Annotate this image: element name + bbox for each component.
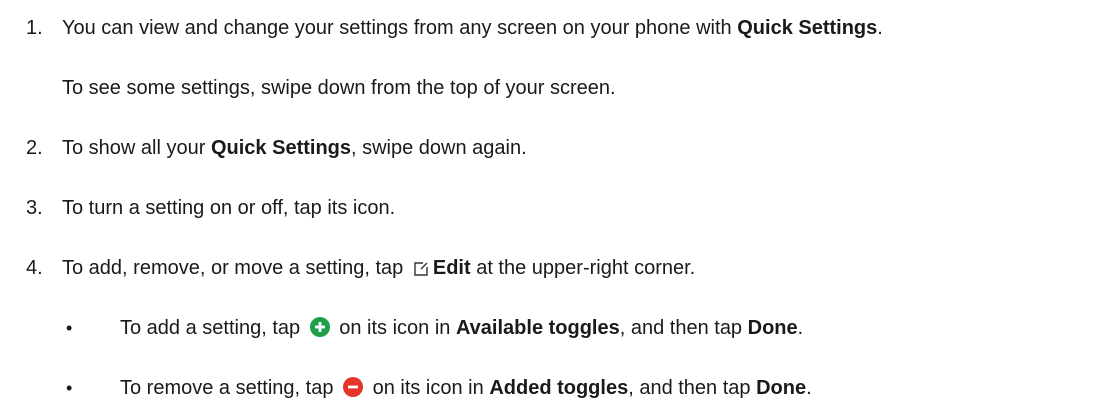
bullet-symbol: •	[66, 318, 73, 338]
step-text: To turn a setting on or off, tap its ico…	[62, 197, 396, 219]
step-text: To add, remove, or move a setting, tap E…	[62, 256, 695, 283]
step-text: To show all your Quick Settings, swipe d…	[62, 137, 527, 159]
step-number: 2.	[26, 137, 43, 159]
step-text: You can view and change your settings fr…	[62, 17, 883, 39]
bullet-text: To add a setting, tap on its icon in Ava…	[120, 316, 803, 343]
add-circle-icon	[309, 317, 330, 343]
step-number: 4.	[26, 257, 43, 279]
bullet-symbol: •	[66, 378, 73, 398]
step-number: 1.	[26, 17, 43, 39]
step-subtext: To see some settings, swipe down from th…	[62, 77, 616, 99]
remove-circle-icon	[343, 377, 364, 403]
help-article: { "steps": [ { "number": "1.", "pre": "Y…	[0, 0, 1099, 414]
bullet-text: To remove a setting, tap on its icon in …	[120, 376, 812, 403]
step-number: 3.	[26, 197, 43, 219]
edit-icon	[413, 259, 429, 283]
